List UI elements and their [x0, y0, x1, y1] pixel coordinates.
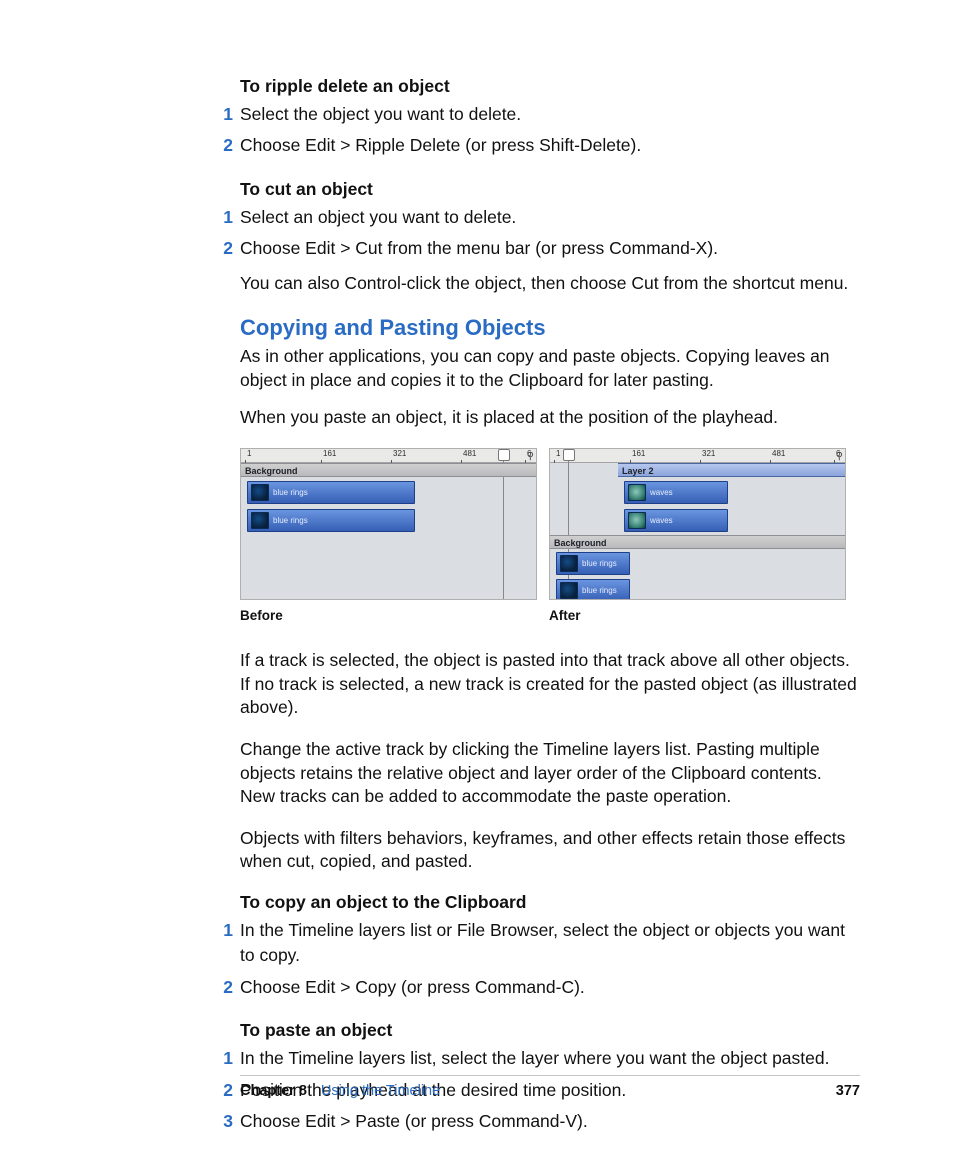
section-copy-clipboard: To copy an object to the Clipboard 1 In …: [240, 892, 860, 1000]
timeline-clip: blue rings: [556, 579, 630, 600]
playhead-icon: [568, 449, 569, 599]
ruler-tick: 161: [323, 450, 336, 458]
clip-label: waves: [650, 489, 673, 497]
step-row: 1 In the Timeline layers list, select th…: [240, 1046, 860, 1071]
timeline-after: 1 161 321 481 6 ⚲ Layer 2 waves: [549, 448, 846, 600]
heading-ripple-delete: To ripple delete an object: [240, 76, 860, 97]
timeline-clip: waves: [624, 481, 728, 504]
figure-row: 1 161 321 481 6 ⚲ Background blue rings: [240, 448, 860, 623]
ruler-tick: 161: [632, 450, 645, 458]
step-number: 2: [220, 236, 240, 261]
clip-thumbnail-icon: [560, 582, 578, 599]
step-row: 1 Select an object you want to delete.: [240, 205, 860, 230]
para-copy-3: If a track is selected, the object is pa…: [240, 649, 860, 720]
magnifier-icon: ⚲: [836, 451, 843, 462]
step-row: 2 Choose Edit > Cut from the menu bar (o…: [240, 236, 860, 261]
heading-paste-object: To paste an object: [240, 1020, 860, 1041]
step-row: 1 Select the object you want to delete.: [240, 102, 860, 127]
step-number: 1: [220, 205, 240, 230]
figure-caption-before: Before: [240, 608, 537, 623]
ruler-tick: 481: [772, 450, 785, 458]
step-text: In the Timeline layers list or File Brow…: [240, 918, 860, 969]
step-row: 2 Choose Edit > Copy (or press Command-C…: [240, 975, 860, 1000]
figure-after-column: 1 161 321 481 6 ⚲ Layer 2 waves: [549, 448, 846, 623]
step-row: 3 Choose Edit > Paste (or press Command-…: [240, 1109, 860, 1134]
timeline-clip: blue rings: [556, 552, 630, 575]
step-row: 2 Choose Edit > Ripple Delete (or press …: [240, 133, 860, 158]
heading-copy-clipboard: To copy an object to the Clipboard: [240, 892, 860, 913]
timeline-clip: blue rings: [247, 509, 415, 532]
clip-thumbnail-icon: [628, 512, 646, 529]
footer-chapter: Chapter 8: [240, 1083, 307, 1099]
group-header-layer2: Layer 2: [618, 463, 846, 477]
clip-thumbnail-icon: [560, 555, 578, 572]
timeline-ruler: 1 161 321 481 6 ⚲: [550, 449, 845, 463]
step-number: 3: [220, 1109, 240, 1134]
figure-before-column: 1 161 321 481 6 ⚲ Background blue rings: [240, 448, 537, 623]
ruler-tick: 321: [702, 450, 715, 458]
para-copy-1: As in other applications, you can copy a…: [240, 345, 860, 392]
para-copy-5: Objects with filters behaviors, keyframe…: [240, 827, 860, 874]
section-title-copy-paste: Copying and Pasting Objects: [240, 315, 860, 341]
step-number: 1: [220, 1046, 240, 1071]
clip-label: blue rings: [582, 587, 617, 595]
ruler-tick: 321: [393, 450, 406, 458]
step-row: 1 In the Timeline layers list or File Br…: [240, 918, 860, 969]
para-copy-2: When you paste an object, it is placed a…: [240, 406, 860, 430]
ruler-tick: 1: [556, 450, 560, 458]
ruler-tick: 1: [247, 450, 251, 458]
timeline-clip: waves: [624, 509, 728, 532]
step-text: Choose Edit > Copy (or press Command-C).: [240, 975, 585, 1000]
step-text: Select the object you want to delete.: [240, 102, 521, 127]
clip-label: blue rings: [273, 517, 308, 525]
step-number: 2: [220, 1078, 240, 1103]
footer-title: Using the Timeline: [321, 1083, 440, 1099]
timeline-before: 1 161 321 481 6 ⚲ Background blue rings: [240, 448, 537, 600]
step-text: In the Timeline layers list, select the …: [240, 1046, 829, 1071]
para-copy-4: Change the active track by clicking the …: [240, 738, 860, 809]
clip-label: blue rings: [582, 560, 617, 568]
page-footer: Chapter 8 Using the Timeline 377: [240, 1075, 860, 1097]
step-text: Choose Edit > Paste (or press Command-V)…: [240, 1109, 588, 1134]
step-number: 1: [220, 102, 240, 127]
step-text: Choose Edit > Ripple Delete (or press Sh…: [240, 133, 641, 158]
magnifier-icon: ⚲: [527, 451, 534, 462]
clip-thumbnail-icon: [251, 484, 269, 501]
clip-label: blue rings: [273, 489, 308, 497]
section-cut-object: To cut an object 1 Select an object you …: [240, 179, 860, 295]
heading-cut-object: To cut an object: [240, 179, 860, 200]
clip-thumbnail-icon: [628, 484, 646, 501]
timeline-clip: blue rings: [247, 481, 415, 504]
ruler-tick: 481: [463, 450, 476, 458]
step-number: 2: [220, 133, 240, 158]
step-text: Select an object you want to delete.: [240, 205, 516, 230]
figure-caption-after: After: [549, 608, 846, 623]
footer-page-number: 377: [836, 1083, 860, 1099]
group-header-background: Background: [550, 535, 845, 549]
clip-thumbnail-icon: [251, 512, 269, 529]
step-number: 1: [220, 918, 240, 943]
step-number: 2: [220, 975, 240, 1000]
step-text: Choose Edit > Cut from the menu bar (or …: [240, 236, 718, 261]
clip-label: waves: [650, 517, 673, 525]
cut-note: You can also Control-click the object, t…: [240, 272, 860, 296]
group-header-background: Background: [241, 463, 536, 477]
section-ripple-delete: To ripple delete an object 1 Select the …: [240, 76, 860, 159]
timeline-ruler: 1 161 321 481 6 ⚲: [241, 449, 536, 463]
